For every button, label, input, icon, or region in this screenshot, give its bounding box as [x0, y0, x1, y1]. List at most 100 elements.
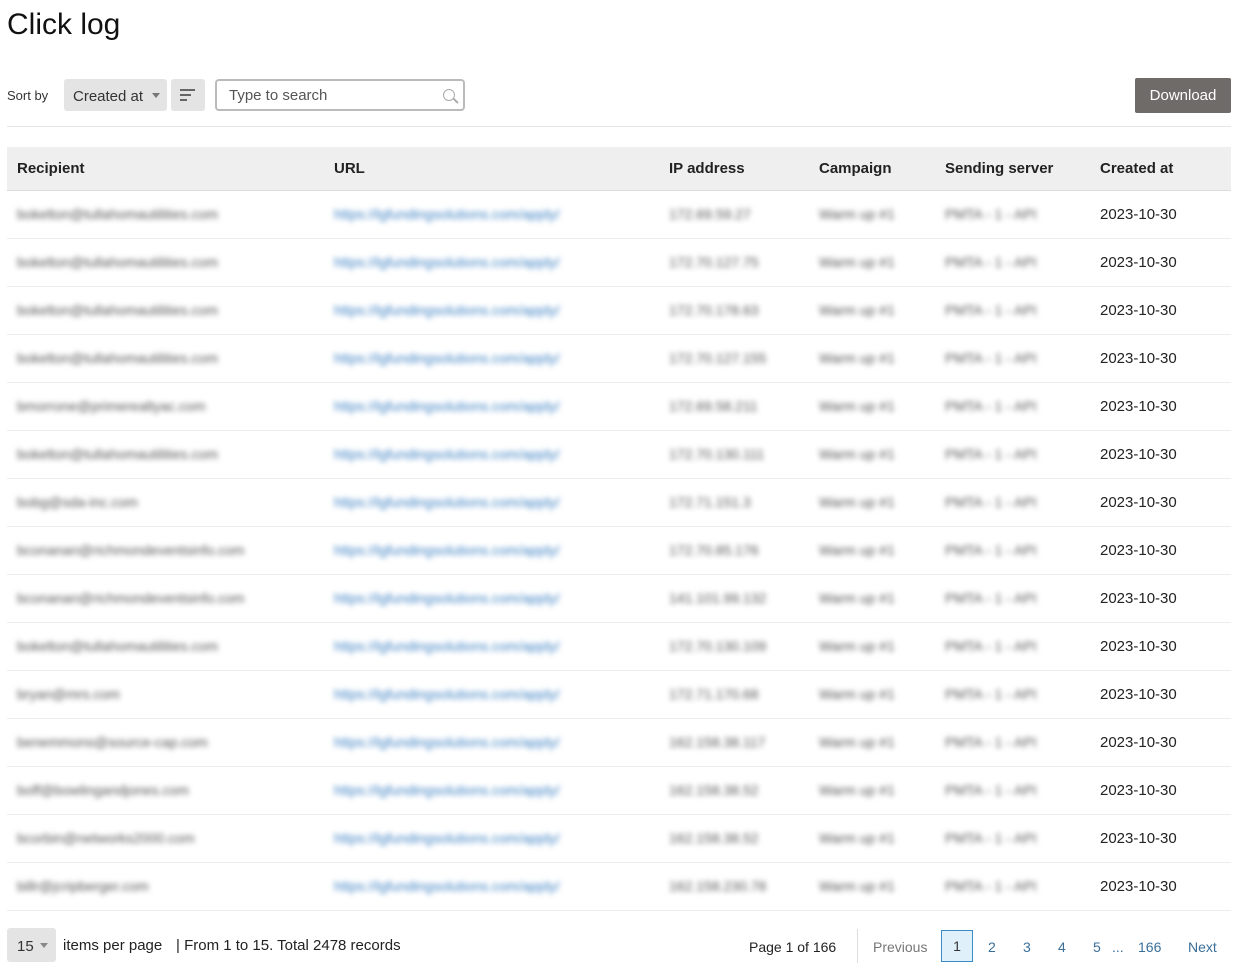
cell-created-at: 2023-10-30 — [1090, 574, 1231, 623]
sort-lines-icon — [180, 89, 195, 91]
cell-campaign: Warm up #1 — [809, 190, 935, 239]
cell-ip-address: 172.70.178.63 — [659, 286, 809, 335]
page-button-3[interactable]: 3 — [1023, 939, 1031, 955]
table-row: billr@jcripberger.com https://lgfundingso… — [7, 862, 1231, 911]
cell-campaign: Warm up #1 — [809, 526, 935, 575]
sort-direction-button[interactable] — [171, 79, 205, 111]
cell-created-at: 2023-10-30 — [1090, 718, 1231, 767]
cell-recipient: bokelton@tullahomautilities.com — [7, 430, 324, 479]
column-header-url[interactable]: URL — [324, 147, 659, 191]
column-header-sending-server[interactable]: Sending server — [935, 147, 1090, 191]
sort-field-value: Created at — [73, 88, 144, 105]
cell-recipient: bcorbin@networks2000.com — [7, 814, 324, 863]
page-button-4[interactable]: 4 — [1058, 939, 1066, 955]
page-button-5[interactable]: 5 — [1093, 939, 1101, 955]
cell-url[interactable]: https://lgfundingsolutions.com/apply/ — [324, 622, 659, 671]
cell-recipient: bryan@mrs.com — [7, 670, 324, 719]
cell-created-at: 2023-10-30 — [1090, 766, 1231, 815]
next-page-button[interactable]: Next — [1188, 939, 1217, 955]
page-button-last[interactable]: 166 — [1138, 939, 1161, 955]
pagination-footer: 15 items per page | From 1 to 15. Total … — [7, 927, 1231, 965]
cell-ip-address: 172.70.127.155 — [659, 334, 809, 383]
cell-url[interactable]: https://lgfundingsolutions.com/apply/ — [324, 430, 659, 479]
cell-url[interactable]: https://lgfundingsolutions.com/apply/ — [324, 190, 659, 239]
chevron-down-icon — [152, 93, 160, 98]
cell-campaign: Warm up #1 — [809, 478, 935, 527]
table-row: bobg@sda-inc.com https://lgfundingsolutio… — [7, 478, 1231, 527]
cell-url[interactable]: https://lgfundingsolutions.com/apply/ — [324, 382, 659, 431]
cell-created-at: 2023-10-30 — [1090, 286, 1231, 335]
table-row: bokelton@tullahomautilities.com https://l… — [7, 190, 1231, 239]
cell-sending-server: PMTA - 1 - API — [935, 286, 1090, 335]
cell-recipient: bokelton@tullahomautilities.com — [7, 622, 324, 671]
cell-url[interactable]: https://lgfundingsolutions.com/apply/ — [324, 766, 659, 815]
cell-ip-address: 141.101.99.132 — [659, 574, 809, 623]
table-row: bmorrone@primerealtyac.com https://lgfund… — [7, 382, 1231, 431]
search-icon — [443, 89, 455, 101]
cell-campaign: Warm up #1 — [809, 814, 935, 863]
search-input[interactable] — [229, 87, 429, 104]
pagination-divider — [857, 929, 858, 963]
table-row: benemmons@source-cap.com https://lgfundin… — [7, 718, 1231, 767]
table-row: bconanan@richmondeventsinfo.com https://l… — [7, 526, 1231, 575]
table-row: bconanan@richmondeventsinfo.com https://l… — [7, 574, 1231, 623]
cell-sending-server: PMTA - 1 - API — [935, 238, 1090, 287]
toolbar-divider — [7, 126, 1231, 127]
cell-recipient: benemmons@source-cap.com — [7, 718, 324, 767]
table-header-row: Recipient URL IP address Campaign Sendin… — [7, 147, 1231, 191]
cell-url[interactable]: https://lgfundingsolutions.com/apply/ — [324, 238, 659, 287]
chevron-down-icon — [40, 943, 48, 948]
cell-ip-address: 172.71.170.68 — [659, 670, 809, 719]
cell-created-at: 2023-10-30 — [1090, 814, 1231, 863]
cell-sending-server: PMTA - 1 - API — [935, 334, 1090, 383]
cell-url[interactable]: https://lgfundingsolutions.com/apply/ — [324, 718, 659, 767]
table-row: bokelton@tullahomautilities.com https://l… — [7, 334, 1231, 383]
previous-page-button[interactable]: Previous — [873, 939, 927, 955]
sort-lines-icon — [180, 99, 187, 101]
toolbar: Sort by Created at Download — [7, 78, 1231, 114]
cell-url[interactable]: https://lgfundingsolutions.com/apply/ — [324, 526, 659, 575]
cell-sending-server: PMTA - 1 - API — [935, 382, 1090, 431]
column-header-campaign[interactable]: Campaign — [809, 147, 935, 191]
table-row: boff@bowlingandjones.com https://lgfundin… — [7, 766, 1231, 815]
download-button[interactable]: Download — [1135, 78, 1231, 113]
cell-ip-address: 172.70.130.111 — [659, 430, 809, 479]
cell-ip-address: 162.158.38.52 — [659, 814, 809, 863]
cell-url[interactable]: https://lgfundingsolutions.com/apply/ — [324, 574, 659, 623]
table-row: bokelton@tullahomautilities.com https://l… — [7, 622, 1231, 671]
page-button-1[interactable]: 1 — [941, 930, 973, 962]
pagination-ellipsis: ... — [1112, 939, 1124, 955]
cell-created-at: 2023-10-30 — [1090, 382, 1231, 431]
column-header-ip-address[interactable]: IP address — [659, 147, 809, 191]
cell-ip-address: 162.158.230.78 — [659, 862, 809, 911]
cell-url[interactable]: https://lgfundingsolutions.com/apply/ — [324, 814, 659, 863]
page-title: Click log — [7, 8, 121, 41]
cell-url[interactable]: https://lgfundingsolutions.com/apply/ — [324, 862, 659, 911]
cell-sending-server: PMTA - 1 - API — [935, 766, 1090, 815]
cell-ip-address: 172.70.127.75 — [659, 238, 809, 287]
cell-sending-server: PMTA - 1 - API — [935, 478, 1090, 527]
cell-recipient: bobg@sda-inc.com — [7, 478, 324, 527]
cell-recipient: bmorrone@primerealtyac.com — [7, 382, 324, 431]
cell-url[interactable]: https://lgfundingsolutions.com/apply/ — [324, 670, 659, 719]
page-button-2[interactable]: 2 — [988, 939, 996, 955]
cell-recipient: bokelton@tullahomautilities.com — [7, 286, 324, 335]
cell-url[interactable]: https://lgfundingsolutions.com/apply/ — [324, 334, 659, 383]
cell-created-at: 2023-10-30 — [1090, 622, 1231, 671]
cell-created-at: 2023-10-30 — [1090, 478, 1231, 527]
sort-field-select[interactable]: Created at — [64, 79, 167, 111]
cell-url[interactable]: https://lgfundingsolutions.com/apply/ — [324, 286, 659, 335]
column-header-recipient[interactable]: Recipient — [7, 147, 324, 191]
cell-sending-server: PMTA - 1 - API — [935, 718, 1090, 767]
cell-campaign: Warm up #1 — [809, 334, 935, 383]
cell-campaign: Warm up #1 — [809, 382, 935, 431]
cell-created-at: 2023-10-30 — [1090, 238, 1231, 287]
cell-recipient: bconanan@richmondeventsinfo.com — [7, 574, 324, 623]
column-header-created-at[interactable]: Created at — [1090, 147, 1231, 191]
cell-campaign: Warm up #1 — [809, 766, 935, 815]
cell-sending-server: PMTA - 1 - API — [935, 574, 1090, 623]
cell-url[interactable]: https://lgfundingsolutions.com/apply/ — [324, 478, 659, 527]
cell-recipient: billr@jcripberger.com — [7, 862, 324, 911]
items-per-page-select[interactable]: 15 — [7, 928, 56, 962]
records-summary: | From 1 to 15. Total 2478 records — [176, 937, 401, 954]
